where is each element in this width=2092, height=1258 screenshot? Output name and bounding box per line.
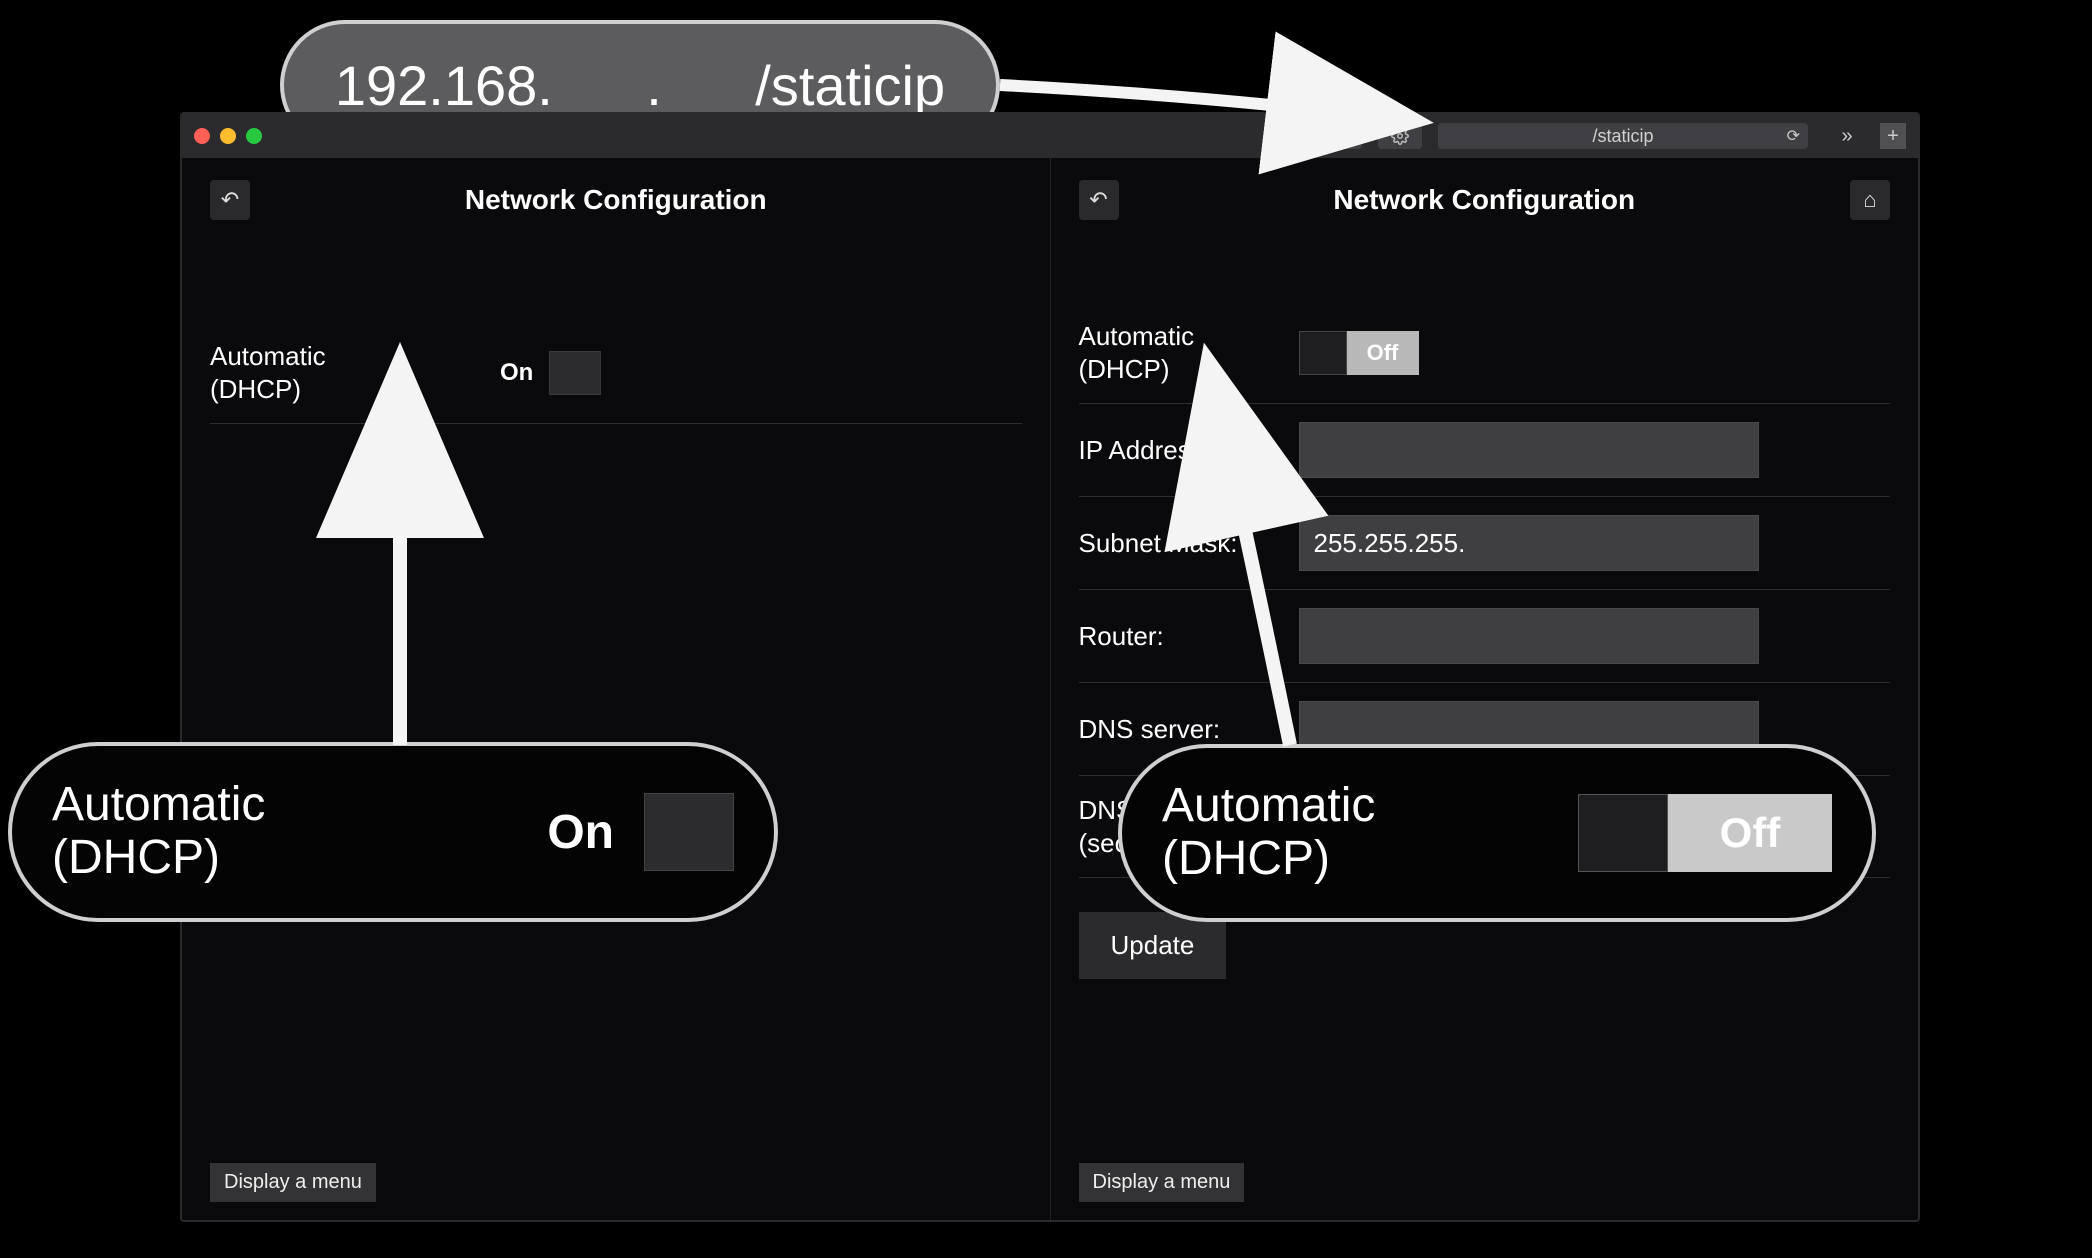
dns-label: DNS server:	[1079, 713, 1279, 746]
nav-buttons: ‹ ›	[1280, 123, 1362, 149]
window-controls	[194, 128, 262, 144]
panel-right: ↶ Network Configuration ⌂ Automatic (DHC…	[1050, 158, 1919, 1220]
callout-toggle-on-box	[644, 793, 734, 871]
plus-icon: +	[1887, 125, 1899, 148]
router-label: Router:	[1079, 620, 1279, 653]
close-window-button[interactable]	[194, 128, 210, 144]
callout-dhcp-on: Automatic (DHCP) On	[8, 742, 778, 922]
new-tab-button[interactable]: +	[1880, 123, 1906, 149]
chevron-right-icon: ›	[1339, 127, 1344, 145]
ip-input[interactable]	[1299, 422, 1759, 478]
callout-dhcp-off-label: Automatic (DHCP)	[1162, 780, 1548, 886]
dhcp-status-left: On	[500, 359, 533, 387]
dhcp-label-left: Automatic (DHCP)	[210, 340, 410, 405]
callout-dhcp-on-status: On	[547, 805, 614, 860]
nav-back-button[interactable]: ‹	[1280, 123, 1320, 149]
dhcp-toggle-left[interactable]	[549, 351, 601, 395]
callout-toggle-off: Off	[1578, 794, 1832, 872]
dhcp-toggle-right-text: Off	[1347, 331, 1419, 375]
panel-left: ↶ Network Configuration Automatic (DHCP)…	[182, 158, 1050, 1220]
ip-label: IP Address:	[1079, 434, 1279, 467]
callout-url-text: 192.168.___.___/staticip	[335, 53, 945, 118]
overflow-button[interactable]: »	[1828, 123, 1866, 149]
back-button-left[interactable]: ↶	[210, 180, 250, 220]
browser-titlebar: ‹ › /staticip ⟳ » +	[182, 114, 1918, 158]
home-icon: ⌂	[1863, 187, 1876, 213]
browser-window: ‹ › /staticip ⟳ » + ↶ Network Confi	[180, 112, 1920, 1222]
chevron-left-icon: ‹	[1297, 127, 1302, 145]
callout-toggle-off-text: Off	[1668, 794, 1832, 872]
settings-button[interactable]	[1378, 123, 1422, 149]
subnet-label: Subnet Mask:	[1079, 527, 1279, 560]
dhcp-label-right: Automatic (DHCP)	[1079, 320, 1279, 385]
callout-dhcp-on-label: Automatic (DHCP)	[52, 779, 517, 885]
chevron-double-right-icon: »	[1841, 125, 1852, 148]
menu-button-left[interactable]: Display a menu	[210, 1163, 376, 1202]
undo-icon: ↶	[1089, 187, 1107, 213]
maximize-window-button[interactable]	[246, 128, 262, 144]
reload-icon[interactable]: ⟳	[1787, 126, 1800, 146]
home-button-right[interactable]: ⌂	[1850, 180, 1890, 220]
nav-forward-button[interactable]: ›	[1322, 123, 1362, 149]
menu-button-right[interactable]: Display a menu	[1079, 1163, 1245, 1202]
panel-left-title: Network Configuration	[250, 184, 982, 216]
back-button-right[interactable]: ↶	[1079, 180, 1119, 220]
url-text: /staticip	[1592, 126, 1653, 147]
router-input[interactable]	[1299, 608, 1759, 664]
undo-icon: ↶	[221, 187, 239, 213]
callout-dhcp-off: Automatic (DHCP) Off	[1118, 744, 1876, 922]
update-button[interactable]: Update	[1079, 912, 1227, 979]
gear-icon	[1391, 127, 1409, 145]
dhcp-toggle-right[interactable]: Off	[1299, 331, 1419, 375]
panel-right-title: Network Configuration	[1119, 184, 1851, 216]
subnet-input[interactable]	[1299, 515, 1759, 571]
url-bar[interactable]: /staticip ⟳	[1438, 123, 1808, 149]
minimize-window-button[interactable]	[220, 128, 236, 144]
